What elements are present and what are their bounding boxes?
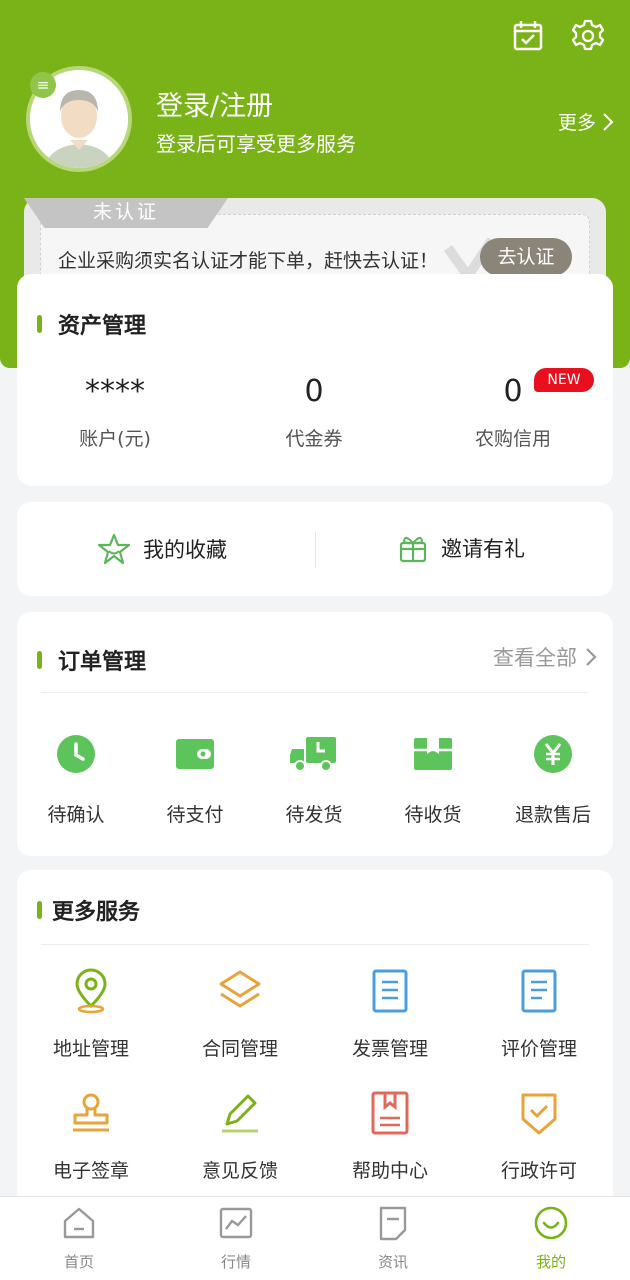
- service-feedback[interactable]: 意见反馈: [165, 1090, 315, 1183]
- favorites-label: 我的收藏: [143, 538, 227, 562]
- order-item-label: 待收货: [404, 804, 462, 826]
- services-divider: [41, 944, 589, 945]
- order-item-label: 待确认: [47, 804, 105, 826]
- invite-label: 邀请有礼: [441, 537, 525, 561]
- tab-label: 我的: [535, 1253, 566, 1271]
- package-icon: [414, 738, 452, 770]
- order-refund[interactable]: 退款售后: [493, 734, 613, 827]
- service-e-signature[interactable]: 电子签章: [16, 1090, 166, 1183]
- order-pending-receipt[interactable]: 待收货: [373, 734, 493, 827]
- service-help-center[interactable]: 帮助中心: [315, 1090, 465, 1183]
- quick-links-divider: [315, 532, 316, 568]
- voucher-value: 0: [304, 374, 324, 409]
- unverified-badge: 未认证: [24, 198, 228, 228]
- order-pending-payment[interactable]: 待支付: [135, 734, 255, 827]
- services-title-text: 更多服务: [52, 900, 141, 925]
- star-icon: [97, 533, 131, 565]
- order-pending-confirm[interactable]: 待确认: [16, 734, 136, 827]
- tab-label: 资讯: [377, 1253, 408, 1271]
- login-title[interactable]: 登录/注册: [156, 84, 273, 123]
- service-label: 评价管理: [500, 1038, 577, 1060]
- layers-icon: [219, 970, 261, 1008]
- service-address[interactable]: 地址管理: [16, 968, 166, 1061]
- view-all-label: 查看全部: [493, 646, 577, 670]
- chart-icon: [219, 1207, 253, 1239]
- calendar-check-icon[interactable]: [510, 18, 546, 54]
- order-section-title: 订单管理: [37, 644, 146, 676]
- wallet-icon: [176, 739, 214, 769]
- tab-mine[interactable]: 我的: [501, 1205, 601, 1272]
- tab-market[interactable]: 行情: [186, 1205, 286, 1272]
- order-pending-shipment[interactable]: 待发货: [254, 734, 374, 827]
- settings-icon[interactable]: [570, 18, 606, 54]
- chevron-right-icon: [586, 648, 597, 666]
- order-item-label: 待支付: [166, 804, 224, 826]
- menu-icon[interactable]: ≡: [30, 72, 56, 98]
- service-label: 行政许可: [500, 1160, 577, 1182]
- asset-title-text: 资产管理: [58, 314, 147, 339]
- account-balance-label: 账户(元): [79, 428, 151, 450]
- service-label: 电子签章: [52, 1160, 129, 1182]
- login-subtitle: 登录后可享受更多服务: [156, 132, 356, 156]
- service-label: 意见反馈: [201, 1160, 278, 1182]
- help-book-icon: [371, 1091, 409, 1135]
- home-icon: [63, 1207, 95, 1239]
- verification-message: 企业采购须实名认证才能下单，赶快去认证！: [58, 250, 439, 272]
- service-admin-license[interactable]: 行政许可: [464, 1090, 614, 1183]
- account-balance-stat[interactable]: **** 账户(元): [17, 372, 213, 451]
- news-icon: [379, 1206, 407, 1241]
- invoice-icon: [372, 969, 408, 1013]
- voucher-label: 代金券: [285, 428, 343, 450]
- verify-button[interactable]: 去认证: [480, 238, 572, 276]
- location-pin-icon: [75, 968, 107, 1014]
- service-invoice[interactable]: 发票管理: [315, 968, 465, 1061]
- account-balance-value: ****: [85, 374, 145, 409]
- tab-label: 首页: [63, 1253, 94, 1271]
- order-item-label: 待发货: [285, 804, 343, 826]
- profile-smile-icon: [534, 1206, 568, 1240]
- bottom-tab-bar: 首页 行情 资讯 我的: [0, 1196, 630, 1280]
- clock-icon: [57, 735, 95, 773]
- tab-home[interactable]: 首页: [29, 1205, 129, 1272]
- tab-label: 行情: [220, 1253, 251, 1271]
- service-contract[interactable]: 合同管理: [165, 968, 315, 1061]
- service-label: 帮助中心: [351, 1160, 428, 1182]
- credit-label: 农购信用: [474, 428, 551, 450]
- review-icon: [521, 969, 557, 1013]
- title-accent-bar: [37, 901, 42, 919]
- tab-news[interactable]: 资讯: [343, 1205, 443, 1272]
- pencil-icon: [222, 1094, 258, 1133]
- order-title-text: 订单管理: [58, 650, 147, 675]
- chevron-right-icon: [603, 112, 614, 131]
- new-badge: NEW: [534, 368, 594, 392]
- service-label: 地址管理: [52, 1038, 129, 1060]
- gift-icon: [399, 537, 427, 563]
- more-services-card: 更多服务 地址管理 合同管理 发票管理 评价管理 电子签章 意见反馈 帮助中心 …: [17, 870, 613, 1210]
- order-management-card: 订单管理 查看全部 待确认 待支付 待发货 待收货 退款售后: [17, 612, 613, 856]
- voucher-stat[interactable]: 0 代金券: [216, 372, 412, 451]
- title-accent-bar: [37, 651, 42, 669]
- service-label: 发票管理: [351, 1038, 428, 1060]
- services-section-title: 更多服务: [37, 894, 140, 926]
- title-accent-bar: [37, 315, 42, 333]
- quick-links-card: 我的收藏 邀请有礼: [17, 502, 613, 596]
- stamp-icon: [73, 1093, 109, 1132]
- favorites-link[interactable]: 我的收藏: [97, 532, 227, 566]
- service-reviews[interactable]: 评价管理: [464, 968, 614, 1061]
- more-link[interactable]: 更多: [558, 108, 614, 135]
- order-divider: [41, 692, 589, 693]
- asset-section-title: 资产管理: [37, 308, 146, 340]
- service-label: 合同管理: [201, 1038, 278, 1060]
- more-label: 更多: [557, 112, 596, 134]
- truck-icon: [290, 737, 336, 772]
- shield-check-icon: [521, 1093, 557, 1135]
- invite-link[interactable]: 邀请有礼: [397, 532, 525, 564]
- yuan-icon: [534, 735, 572, 773]
- order-item-label: 退款售后: [514, 804, 591, 826]
- view-all-orders-link[interactable]: 查看全部: [493, 642, 597, 672]
- asset-management-card: 资产管理 **** 账户(元) 0 代金券 0 农购信用: [17, 274, 613, 486]
